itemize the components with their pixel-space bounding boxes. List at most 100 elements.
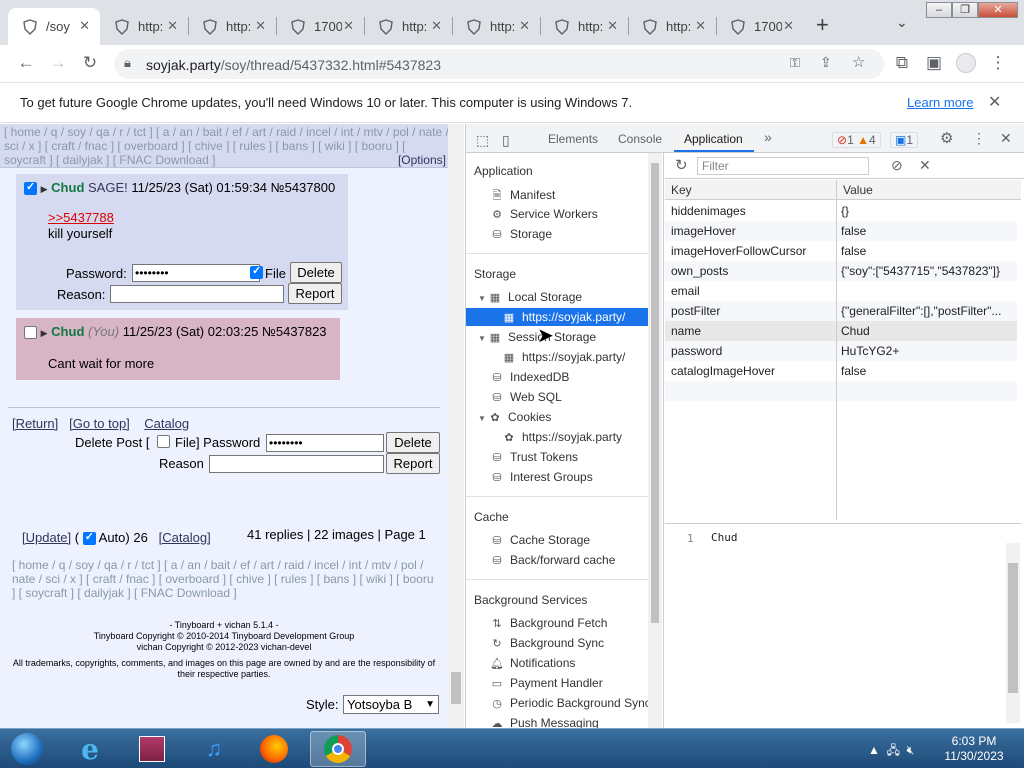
tab-5[interactable]: http: ✕ [364,8,452,45]
tab-soy[interactable]: /soy ✕ [8,8,100,45]
side-panel-icon[interactable]: ▣ [922,51,946,75]
tab-close-icon[interactable]: ✕ [431,18,442,34]
key-icon[interactable]: ⚿ [790,55,800,71]
expand-triangle-icon[interactable]: ▶ [41,184,48,194]
table-row[interactable]: password HuTcYG2+ [665,341,1017,361]
tab-3[interactable]: http: ✕ [188,8,276,45]
filter-input[interactable]: Filter [697,157,869,175]
tab-close-icon[interactable]: ✕ [783,18,794,34]
sidebar-item-cache-storage[interactable]: ⛁ Cache Storage [490,533,590,547]
table-row[interactable]: imageHoverFollowCursor false [665,241,1017,261]
table-row-empty[interactable] [665,381,1017,401]
profile-avatar-icon[interactable] [954,51,978,75]
sidebar-item-notifications[interactable]: 🔔︎ Notifications [490,656,575,670]
settings-gear-icon[interactable]: ⚙ [940,129,953,147]
sidebar-item-background-sync[interactable]: ↻ Background Sync [490,636,604,650]
table-row-selected[interactable]: name Chud [665,321,1017,341]
boardlist-top[interactable]: [ home / q / soy / qa / r / tct ] [ a / … [4,125,450,167]
file-only-checkbox[interactable] [157,435,170,448]
tab-application[interactable]: Application [684,132,743,146]
sidebar-item-indexeddb[interactable]: ⛁ IndexedDB [490,370,569,384]
bookmark-star-icon[interactable]: ☆ [852,53,865,71]
tab-close-icon[interactable]: ✕ [607,18,618,34]
lock-icon[interactable]: 🔒︎ [124,55,131,71]
sidebar-item-payment-handler[interactable]: ▭ Payment Handler [490,676,603,690]
share-icon[interactable]: ⇪ [820,54,832,71]
scrollbar-thumb[interactable] [651,163,659,623]
report-button[interactable]: Report [288,283,342,304]
sidebar-item-interest-groups[interactable]: ⛁ Interest Groups [490,470,592,484]
sidebar-item-cookies-origin[interactable]: ✿ https://soyjak.party [502,430,622,444]
network-icon[interactable]: 🖧︎ [887,743,900,757]
devtools-menu-icon[interactable]: ⋮ [972,130,986,147]
scrollbar-thumb[interactable] [1008,563,1018,693]
post-select-checkbox[interactable] [24,180,37,196]
tab-9[interactable]: 1700 ✕ [716,8,804,45]
catalog-link[interactable]: [Catalog] [159,530,211,545]
refresh-icon[interactable]: ↻ [675,156,688,174]
go-to-top-link[interactable]: [Go to top] [69,416,130,431]
delete-password-field[interactable]: •••••••• [266,434,384,452]
table-row[interactable]: catalogImageHover false [665,361,1017,381]
post-number[interactable]: №5437823 [262,324,327,339]
sidebar-item-session-origin[interactable]: ▦ https://soyjak.party/ [502,350,626,364]
devtools-close-icon[interactable]: ✕ [1000,130,1012,147]
sidebar-item-bfcache[interactable]: ⛁ Back/forward cache [490,553,615,567]
tab-close-icon[interactable]: ✕ [79,18,90,34]
update-link[interactable]: [Update] [22,530,71,545]
sidebar-item-manifest[interactable]: 🗎︎ Manifest [490,187,556,206]
auto-update-checkbox[interactable] [82,530,96,546]
more-tabs-icon[interactable]: » [764,129,772,145]
table-row[interactable]: email [665,281,1017,301]
delete-button[interactable]: Delete [290,262,342,283]
firefox-icon[interactable] [248,731,300,767]
sidebar-item-periodic-sync[interactable]: ◷ Periodic Background Sync [490,696,651,710]
start-orb-icon[interactable] [2,731,52,767]
close-window-icon[interactable]: ✕ [978,2,1018,18]
file-checkbox[interactable] [250,264,263,279]
tab-console[interactable]: Console [618,132,662,146]
password-field[interactable]: •••••••• [132,264,260,282]
options-link[interactable]: [Options] [398,153,446,167]
tab-close-icon[interactable]: ✕ [167,18,178,34]
quote-link[interactable]: >>5437788 [48,210,114,225]
tab-close-icon[interactable]: ✕ [343,18,354,34]
learn-more-link[interactable]: Learn more [907,95,973,110]
taskbar-clock[interactable]: 6:03 PM 11/30/2023 [934,734,1014,764]
catalog-link[interactable]: Catalog [144,416,189,431]
infobar-close-icon[interactable]: ✕ [988,92,1001,112]
sidebar-item-service-workers[interactable]: ⚙ Service Workers [490,207,598,221]
boardlist-bottom[interactable]: [ home / q / soy / qa / r / tct ] [ a / … [12,558,440,600]
reason-field[interactable] [209,455,384,473]
tab-close-icon[interactable]: ✕ [255,18,266,34]
sidebar-item-storage[interactable]: ⛁ Storage [490,227,552,241]
sidebar-item-push-messaging[interactable]: ☁ Push Messaging [490,716,599,728]
sidebar-scrollbar[interactable] [648,153,662,728]
extensions-icon[interactable]: ⧉ [890,51,914,75]
inspect-element-icon[interactable]: ⬚ [476,132,489,149]
tab-search-chevron-icon[interactable]: ⌄ [896,14,908,31]
return-link[interactable]: [Return] [12,416,58,431]
column-header-value[interactable]: Value [837,180,1021,200]
tab-close-icon[interactable]: ✕ [695,18,706,34]
tab-6[interactable]: http: ✕ [452,8,540,45]
post-select-checkbox[interactable] [24,326,37,340]
email-sage[interactable]: SAGE! [88,180,128,195]
table-row[interactable]: own_posts {"soy":["5437715","5437823"]} [665,261,1017,281]
page-scrollbar[interactable] [448,124,464,728]
column-header-key[interactable]: Key [665,180,837,200]
sidebar-item-trust-tokens[interactable]: ⛁ Trust Tokens [490,450,578,464]
report-button[interactable]: Report [386,453,440,474]
clear-all-icon[interactable]: ⊘ [891,157,903,174]
expand-triangle-icon[interactable]: ▶ [41,328,48,338]
minimize-icon[interactable]: ‒ [926,2,952,18]
scrollbar-thumb[interactable] [451,672,461,704]
address-bar[interactable]: 🔒︎ soyjak.party/soy/thread/5437332.html#… [114,49,884,79]
chrome-icon[interactable] [310,731,366,767]
table-row[interactable]: postFilter {"generalFilter":[],"postFilte… [665,301,1017,321]
sidebar-item-web-sql[interactable]: ⛁ Web SQL [490,390,561,404]
sidebar-item-background-fetch[interactable]: ⇅ Background Fetch [490,616,607,630]
back-icon[interactable]: ← [14,51,38,75]
internet-explorer-icon[interactable]: e [64,731,116,767]
volume-muted-icon[interactable]: 🔇︎ [907,743,915,757]
